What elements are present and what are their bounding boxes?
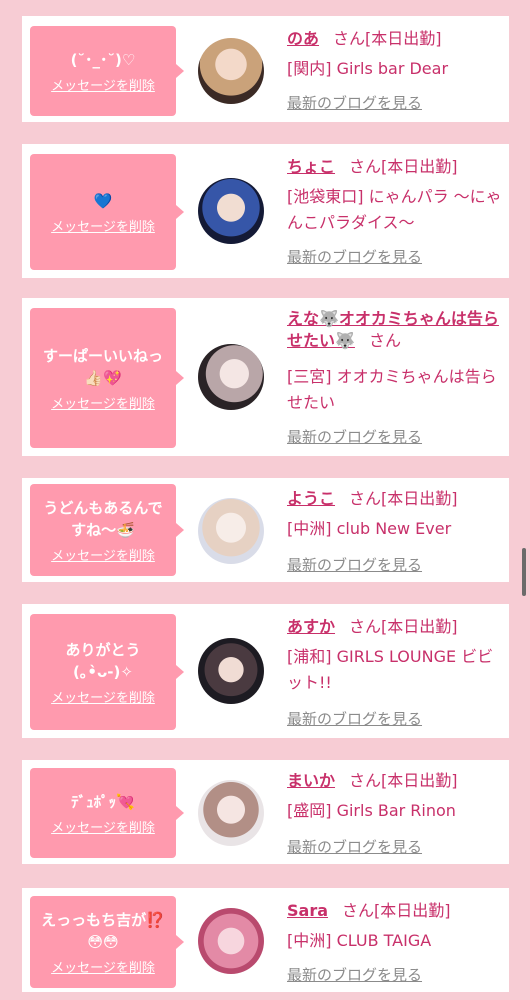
status-badge: [本日出勤] <box>374 901 451 920</box>
honorific: さん <box>333 29 366 48</box>
scrollbar[interactable] <box>522 548 526 596</box>
latest-blog-link[interactable]: 最新のブログを見る <box>287 246 422 267</box>
shop-name: [三宮] オオカミちゃんは告らせたい <box>287 367 497 412</box>
cast-name-link[interactable]: ちょこ <box>287 157 335 176</box>
honorific: さん <box>342 901 375 920</box>
message-text: ﾃﾞｭﾎﾟｯ💘 <box>71 792 135 811</box>
message-text: (˘･_･˘)♡ <box>70 50 136 69</box>
cast-name-link[interactable]: Sara <box>287 901 328 920</box>
cast-name-link[interactable]: あすか <box>287 617 335 636</box>
message-card: ありがとう (｡•̀ᴗ-)✧ メッセージを削除 あすか さん[本日出勤] [浦和]… <box>22 604 509 738</box>
avatar[interactable] <box>198 344 264 410</box>
delete-message-link[interactable]: メッセージを削除 <box>51 75 155 94</box>
latest-blog-link[interactable]: 最新のブログを見る <box>287 554 422 575</box>
message-text: うどんもあるんですね〜🍜 <box>43 498 163 539</box>
latest-blog-link[interactable]: 最新のブログを見る <box>287 836 422 857</box>
honorific: さん <box>349 771 382 790</box>
message-card: (˘･_･˘)♡ メッセージを削除 のあ さん[本日出勤] [関内] Girls … <box>22 16 509 122</box>
message-card: すーぱーいいねっ👍🏻💖 メッセージを削除 えな🐺オオカミちゃんは告らせたい🐺 さん… <box>22 298 509 456</box>
shop-name: [盛岡] Girls Bar Rinon <box>287 801 456 820</box>
delete-message-link[interactable]: メッセージを削除 <box>51 545 155 564</box>
honorific: さん <box>368 331 401 350</box>
status-badge: [本日出勤] <box>381 157 458 176</box>
shop-name: [浦和] GIRLS LOUNGE ビビット!! <box>287 647 494 692</box>
latest-blog-link[interactable]: 最新のブログを見る <box>287 92 422 113</box>
avatar[interactable] <box>198 638 264 704</box>
delete-message-link[interactable]: メッセージを削除 <box>51 216 155 235</box>
message-bubble: ﾃﾞｭﾎﾟｯ💘 メッセージを削除 <box>30 768 184 858</box>
message-bubble: すーぱーいいねっ👍🏻💖 メッセージを削除 <box>30 308 184 448</box>
message-card: ﾃﾞｭﾎﾟｯ💘 メッセージを削除 まいか さん[本日出勤] [盛岡] Girls … <box>22 760 509 864</box>
message-text: えっっもち吉が⁉️ 😳😳 <box>41 910 165 951</box>
delete-message-link[interactable]: メッセージを削除 <box>51 393 155 412</box>
honorific: さん <box>349 489 382 508</box>
status-badge: [本日出勤] <box>381 771 458 790</box>
cast-name-link[interactable]: まいか <box>287 771 335 790</box>
status-badge: [本日出勤] <box>365 29 442 48</box>
shop-name: [池袋東口] にゃんパラ 〜にゃんこパラダイス〜 <box>287 187 502 232</box>
message-bubble: (˘･_･˘)♡ メッセージを削除 <box>30 26 184 116</box>
delete-message-link[interactable]: メッセージを削除 <box>51 687 155 706</box>
shop-name: [中洲] CLUB TAIGA <box>287 931 432 950</box>
latest-blog-link[interactable]: 最新のブログを見る <box>287 426 422 447</box>
shop-name: [中洲] club New Ever <box>287 519 452 538</box>
avatar[interactable] <box>198 780 264 846</box>
cast-name-link[interactable]: のあ <box>287 29 319 48</box>
delete-message-link[interactable]: メッセージを削除 <box>51 957 155 976</box>
status-badge: [本日出勤] <box>381 617 458 636</box>
honorific: さん <box>349 617 382 636</box>
message-card: えっっもち吉が⁉️ 😳😳 メッセージを削除 Sara さん[本日出勤] [中洲] … <box>22 888 509 992</box>
message-bubble: うどんもあるんですね〜🍜 メッセージを削除 <box>30 484 184 576</box>
message-bubble: えっっもち吉が⁉️ 😳😳 メッセージを削除 <box>30 896 184 988</box>
avatar[interactable] <box>198 908 264 974</box>
avatar[interactable] <box>198 178 264 244</box>
shop-name: [関内] Girls bar Dear <box>287 59 449 78</box>
latest-blog-link[interactable]: 最新のブログを見る <box>287 964 422 985</box>
avatar[interactable] <box>198 498 264 564</box>
avatar[interactable] <box>198 38 264 104</box>
cast-name-link[interactable]: ようこ <box>287 489 335 508</box>
message-card: うどんもあるんですね〜🍜 メッセージを削除 ようこ さん[本日出勤] [中洲] c… <box>22 478 509 582</box>
message-text: ありがとう (｡•̀ᴗ-)✧ <box>65 640 141 681</box>
message-bubble: ありがとう (｡•̀ᴗ-)✧ メッセージを削除 <box>30 614 184 730</box>
message-card: 💙 メッセージを削除 ちょこ さん[本日出勤] [池袋東口] にゃんパラ 〜にゃん… <box>22 144 509 278</box>
status-badge: [本日出勤] <box>381 489 458 508</box>
message-text: すーぱーいいねっ👍🏻💖 <box>42 346 163 387</box>
message-bubble: 💙 メッセージを削除 <box>30 154 184 270</box>
delete-message-link[interactable]: メッセージを削除 <box>51 817 155 836</box>
honorific: さん <box>349 157 382 176</box>
message-text: 💙 <box>93 191 113 210</box>
latest-blog-link[interactable]: 最新のブログを見る <box>287 708 422 729</box>
